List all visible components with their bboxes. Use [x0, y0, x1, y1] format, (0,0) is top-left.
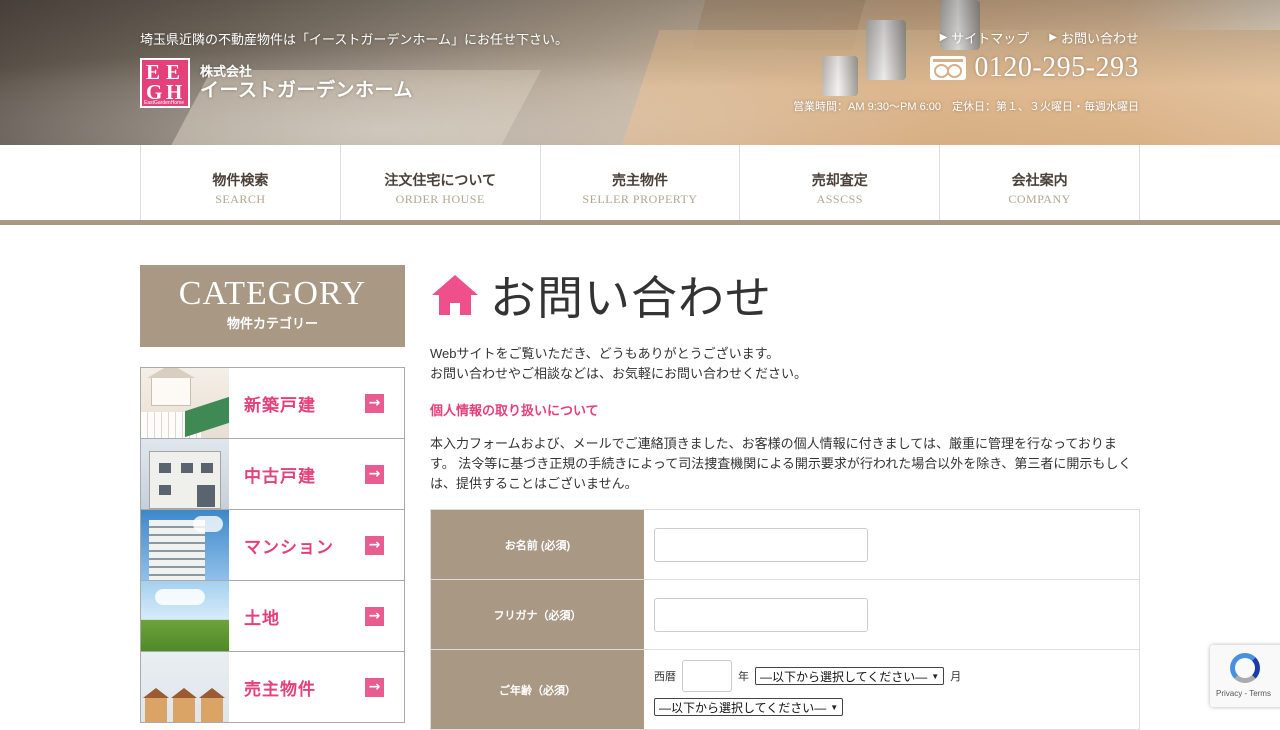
name-field[interactable]: [654, 527, 868, 562]
freedial-icon: [930, 56, 967, 80]
birthdate-group: 西暦 年 ―以下から選択してください― ▼ 月 ―以下から選択してください― ▼: [654, 660, 961, 716]
name-label: お名前 (必須): [431, 510, 644, 579]
phone-number: 0120-295-293: [974, 52, 1139, 83]
logo-text: 株式会社 イーストガーデンホーム: [200, 64, 413, 101]
sitemap-link[interactable]: ▶ サイトマップ: [940, 28, 1030, 47]
nav-item-assess[interactable]: 売却査定 ASSCSS: [740, 145, 941, 220]
page-title: お問い合わせ: [430, 262, 772, 328]
contact-form: お名前 (必須) フリガナ（必須） ご年齢（必須） 西暦 年 ―以下から選択して…: [430, 509, 1140, 730]
category-heading: CATEGORY 物件カテゴリー: [140, 265, 405, 347]
category-item-land[interactable]: 土地 →: [141, 581, 404, 652]
year-unit: 年: [738, 671, 749, 683]
birth-month-select[interactable]: ―以下から選択してください― ▼: [755, 667, 945, 685]
phone-block[interactable]: 0120-295-293: [930, 52, 1139, 84]
privacy-text: 本入力フォームおよび、メールでご連絡頂きました、お客様の個人情報に付きましては、…: [430, 436, 1132, 491]
category-item-mansion[interactable]: マンション →: [141, 510, 404, 581]
category-thumbnail: [141, 652, 229, 722]
header-links: ▶ サイトマップ ▶ お問い合わせ: [940, 28, 1139, 47]
category-item-new-house[interactable]: 新築戸建 →: [141, 368, 404, 439]
contact-link[interactable]: ▶ お問い合わせ: [1049, 28, 1139, 47]
nav-item-seller-property[interactable]: 売主物件 SELLER PROPERTY: [541, 145, 741, 220]
play-triangle-icon: ▶: [939, 32, 948, 43]
arrow-right-icon: →: [365, 678, 384, 697]
category-item-used-house[interactable]: 中古戸建 →: [141, 439, 404, 510]
kana-field[interactable]: [654, 597, 868, 632]
global-nav: 物件検索 SEARCH 注文住宅について ORDER HOUSE 売主物件 SE…: [0, 145, 1280, 225]
chevron-down-icon: ▼: [931, 671, 940, 681]
nav-item-order-house[interactable]: 注文住宅について ORDER HOUSE: [341, 145, 541, 220]
arrow-right-icon: →: [365, 536, 384, 555]
privacy-heading: 個人情報の取り扱いについて: [430, 403, 599, 418]
header-tagline: 埼玉県近隣の不動産物件は「イーストガーデンホーム」にお任せ下さい。: [140, 32, 568, 47]
chevron-down-icon: ▼: [830, 702, 839, 712]
recaptcha-badge[interactable]: Privacy - Terms: [1210, 645, 1280, 707]
site-logo[interactable]: E E G H EastGardenHome 株式会社 イーストガーデンホーム: [140, 58, 413, 108]
month-unit: 月: [950, 671, 962, 683]
era-label: 西暦: [654, 671, 676, 683]
birth-day-select[interactable]: ―以下から選択してください― ▼: [654, 698, 844, 716]
nav-item-company[interactable]: 会社案内 COMPANY: [940, 145, 1140, 220]
category-list: 新築戸建 → 中古戸建 → マンション → 土地 → 売主物件 →: [140, 367, 405, 723]
kana-label: フリガナ（必須）: [431, 580, 644, 649]
intro-text: Webサイトをご覧いただき、どうもありがとうございます。 お問い合わせやご相談な…: [430, 346, 808, 381]
nav-item-search[interactable]: 物件検索 SEARCH: [141, 145, 341, 220]
arrow-right-icon: →: [365, 465, 384, 484]
category-item-seller-property[interactable]: 売主物件 →: [141, 652, 404, 723]
category-thumbnail: [141, 510, 229, 580]
recaptcha-icon: [1230, 653, 1260, 683]
birth-year-field[interactable]: [682, 660, 732, 692]
arrow-right-icon: →: [365, 394, 384, 413]
category-thumbnail: [141, 581, 229, 651]
play-triangle-icon: ▶: [1049, 32, 1057, 43]
category-thumbnail: [141, 368, 229, 438]
category-thumbnail: [141, 439, 229, 509]
logo-mark: E E G H EastGardenHome: [140, 58, 190, 108]
site-header: 埼玉県近隣の不動産物件は「イーストガーデンホーム」にお任せ下さい。 E E G …: [0, 0, 1280, 145]
arrow-right-icon: →: [365, 607, 384, 626]
business-hours: 営業時間：AM 9:30～PM 6:00 定休日：第１、３火曜日・毎週水曜日: [793, 101, 1139, 113]
home-icon: [432, 275, 478, 315]
age-label: ご年齢（必須）: [431, 650, 644, 729]
